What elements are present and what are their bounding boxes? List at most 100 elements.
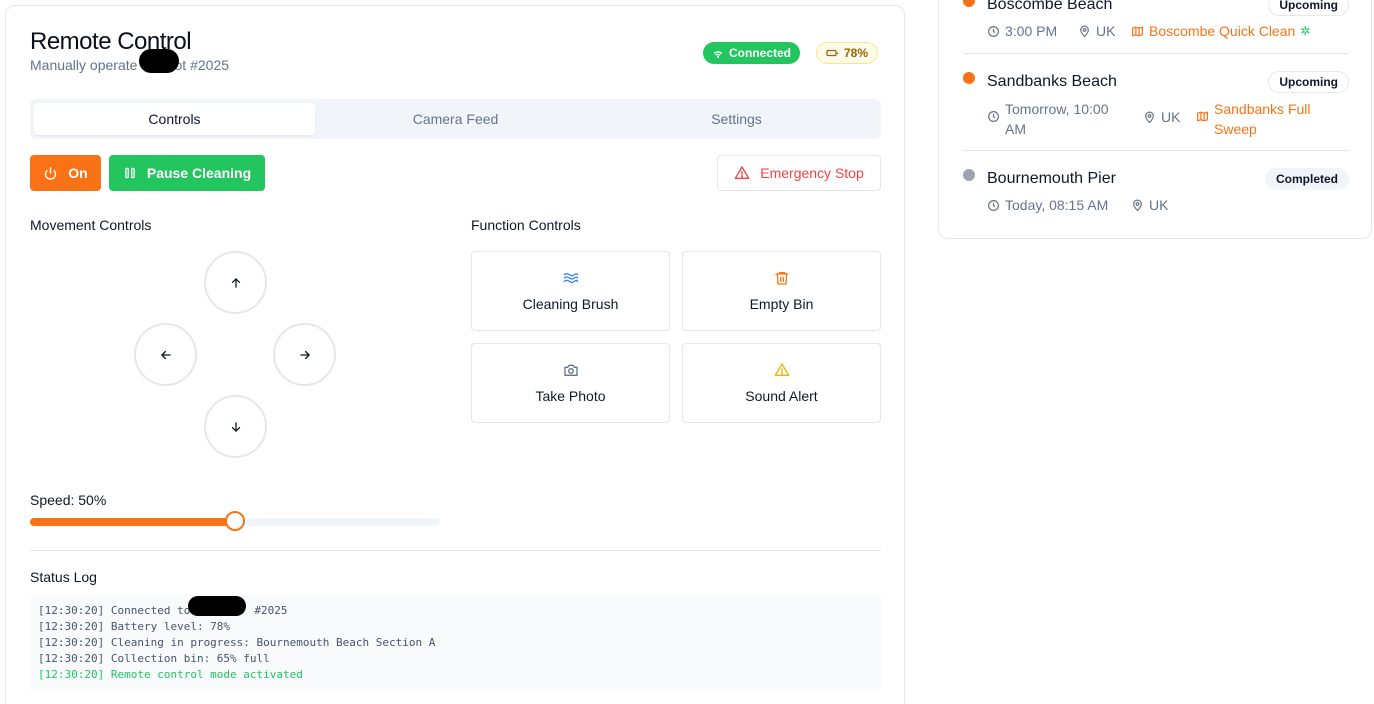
function-controls-heading: Function Controls: [471, 217, 581, 233]
sound-alert-button[interactable]: Sound Alert: [682, 343, 881, 423]
pause-cleaning-button[interactable]: Pause Cleaning: [109, 155, 265, 191]
status-badge: Completed: [1264, 168, 1349, 190]
location-text: UK: [1096, 23, 1116, 39]
section-divider: [30, 550, 881, 551]
log-line: [12:30:20] Cleaning in progress: Bournem…: [38, 636, 436, 649]
schedule-item[interactable]: Bournemouth Pier Completed Today, 08:15 …: [963, 163, 1349, 213]
clock-icon: [987, 25, 1000, 38]
waves-icon: [563, 270, 579, 286]
speed-slider-fill: [30, 518, 235, 526]
battery-icon: [826, 48, 839, 58]
time-line: Tomorrow, 10:00: [1005, 101, 1109, 117]
time-text: Today, 08:15 AM: [1005, 197, 1109, 213]
power-button[interactable]: On: [30, 155, 101, 191]
movement-controls-heading: Movement Controls: [30, 217, 152, 233]
schedule-time: Today, 08:15 AM: [987, 197, 1108, 213]
divider: [963, 53, 1349, 54]
log-line: [12:30:20] Collection bin: 65% full: [38, 652, 270, 665]
speed-slider[interactable]: [30, 511, 440, 531]
emergency-stop-button[interactable]: Emergency Stop: [717, 155, 881, 191]
log-line: [12:30:20] Connected to #2025: [38, 603, 873, 619]
schedule-item[interactable]: Boscombe Beach Upcoming 3:00 PM UK Bosco…: [963, 0, 1349, 51]
tab-camera-feed[interactable]: Camera Feed: [315, 103, 596, 135]
location-name: Sandbanks Beach: [987, 73, 1117, 90]
schedule-time: Tomorrow, 10:00 AM: [987, 99, 1109, 139]
time-line: AM: [1005, 121, 1026, 137]
alert-triangle-icon: [774, 362, 790, 378]
trash-icon: [774, 270, 790, 286]
battery-level: 78%: [844, 46, 869, 60]
arrow-left-icon: [159, 348, 173, 362]
divider: [963, 150, 1349, 151]
emergency-label: Emergency Stop: [760, 165, 864, 181]
status-badge: Upcoming: [1268, 0, 1349, 16]
move-left-button[interactable]: [134, 323, 197, 386]
wifi-icon: [712, 47, 724, 59]
clock-icon: [987, 110, 1000, 123]
move-down-button[interactable]: [204, 395, 267, 458]
map-pin-icon: [1143, 110, 1156, 124]
camera-icon: [563, 362, 579, 378]
schedule-location: UK: [1131, 197, 1168, 213]
status-dot: [963, 72, 975, 84]
tab-controls[interactable]: Controls: [34, 103, 315, 135]
cleaning-brush-label: Cleaning Brush: [522, 296, 619, 312]
redaction-mark: [139, 49, 179, 73]
location-name: Boscombe Beach: [987, 0, 1113, 13]
route-line: Sandbanks Full: [1214, 101, 1311, 117]
time-text: Tomorrow, 10:00 AM: [1005, 99, 1109, 139]
map-icon: [1196, 110, 1209, 123]
connection-status: Connected: [729, 46, 792, 60]
power-icon: [43, 166, 58, 181]
route-text: Boscombe Quick Clean: [1149, 23, 1296, 39]
take-photo-label: Take Photo: [535, 388, 606, 404]
page-subtitle: Manually operate Bot #2025: [30, 57, 229, 73]
time-text: 3:00 PM: [1005, 23, 1058, 39]
alert-triangle-icon: [734, 165, 750, 181]
log-line-text: [12:30:20] Connected to: [38, 604, 191, 617]
pause-icon: [123, 166, 137, 180]
tab-settings[interactable]: Settings: [596, 103, 877, 135]
remote-control-card: Remote Control Manually operate Bot #202…: [5, 5, 905, 704]
empty-bin-button[interactable]: Empty Bin: [682, 251, 881, 331]
schedule-time: 3:00 PM: [987, 23, 1057, 39]
schedule-location: UK: [1143, 109, 1180, 125]
status-dot: [963, 0, 975, 7]
location-text: UK: [1161, 109, 1181, 125]
schedule-route[interactable]: Boscombe Quick Clean ✲: [1131, 23, 1310, 39]
status-dot: [963, 169, 975, 181]
schedule-route[interactable]: Sandbanks Full Sweep: [1196, 99, 1311, 139]
redaction-mark: [188, 596, 246, 616]
map-pin-icon: [1131, 198, 1144, 212]
location-name: Bournemouth Pier: [987, 170, 1116, 187]
pause-label: Pause Cleaning: [146, 165, 252, 181]
sparkle-icon: ✲: [1300, 24, 1311, 38]
status-log: [12:30:20] Connected to #2025 [12:30:20] …: [30, 595, 881, 691]
power-label: On: [68, 165, 88, 181]
cleaning-brush-button[interactable]: Cleaning Brush: [471, 251, 670, 331]
arrow-right-icon: [298, 348, 312, 362]
map-icon: [1131, 25, 1144, 38]
arrow-up-icon: [229, 276, 243, 290]
take-photo-button[interactable]: Take Photo: [471, 343, 670, 423]
location-text: UK: [1149, 197, 1169, 213]
speed-slider-thumb[interactable]: [225, 511, 245, 531]
route-text: Sandbanks Full Sweep: [1214, 99, 1311, 139]
status-badge: Upcoming: [1268, 71, 1349, 93]
map-pin-icon: [1078, 24, 1091, 38]
status-log-heading: Status Log: [30, 569, 97, 585]
move-up-button[interactable]: [204, 251, 267, 314]
empty-bin-label: Empty Bin: [749, 296, 814, 312]
sound-alert-label: Sound Alert: [745, 388, 818, 404]
connection-badge: Connected: [703, 42, 801, 64]
move-right-button[interactable]: [273, 323, 336, 386]
clock-icon: [987, 199, 1000, 212]
schedule-location: UK: [1078, 23, 1115, 39]
log-line-text: #2025: [254, 604, 288, 617]
tab-bar: Controls Camera Feed Settings: [30, 99, 881, 139]
route-line: Sweep: [1214, 121, 1257, 137]
schedule-item[interactable]: Sandbanks Beach Upcoming Tomorrow, 10:00…: [963, 66, 1349, 139]
subtitle-prefix: Manually operate: [30, 57, 138, 73]
log-line: [12:30:20] Battery level: 78%: [38, 620, 231, 633]
battery-badge: 78%: [816, 42, 879, 64]
